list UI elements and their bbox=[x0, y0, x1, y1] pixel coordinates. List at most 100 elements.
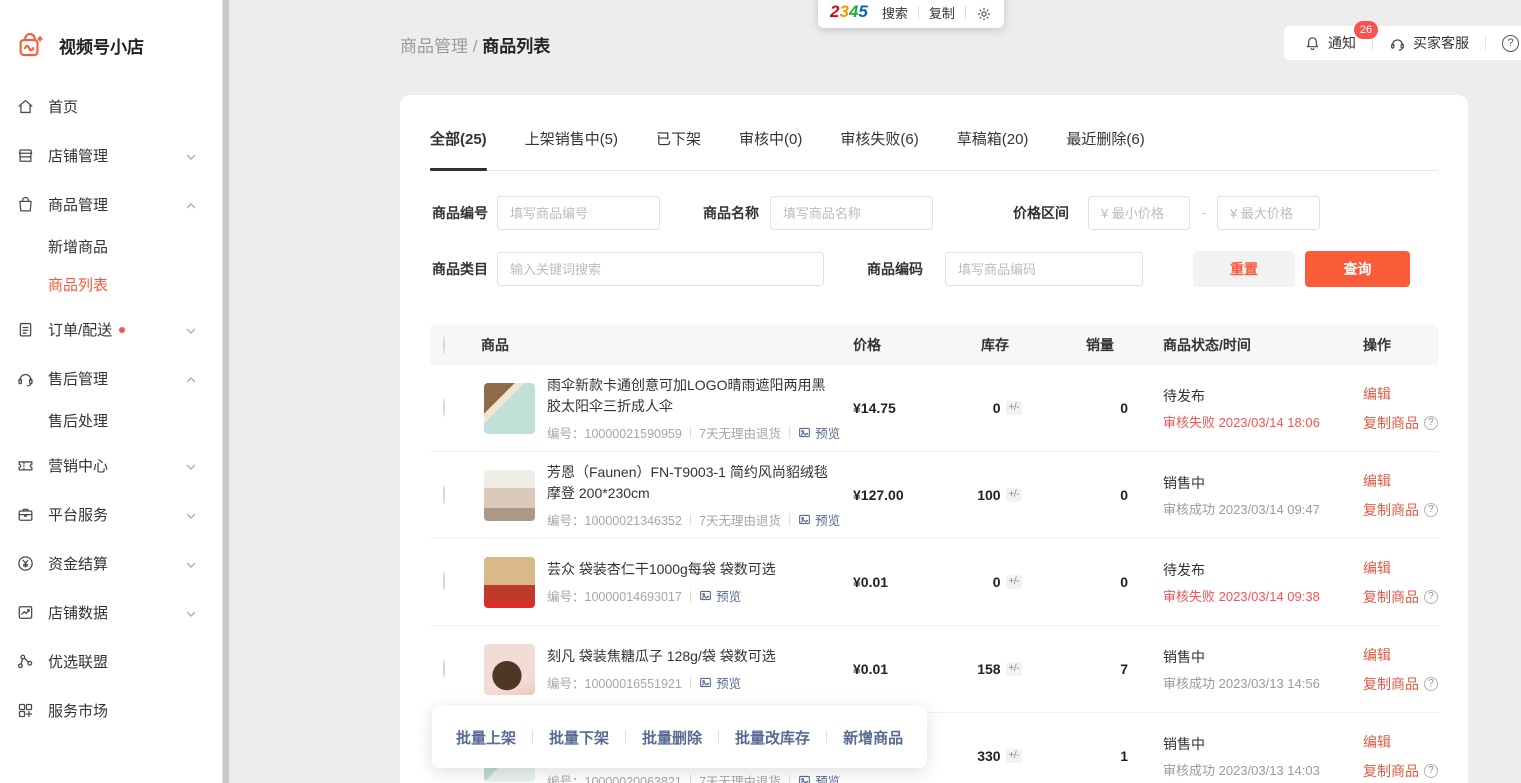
price-min-input[interactable] bbox=[1088, 196, 1190, 230]
edit-link[interactable]: 编辑 bbox=[1363, 558, 1438, 578]
help-question-icon[interactable]: ? bbox=[1424, 764, 1438, 778]
product-sn-input[interactable] bbox=[497, 196, 660, 230]
image-icon bbox=[798, 426, 811, 439]
copy-product-link[interactable]: 复制商品 bbox=[1363, 674, 1419, 694]
copy-product-link[interactable]: 复制商品 bbox=[1363, 587, 1419, 607]
copy-product-link[interactable]: 复制商品 bbox=[1363, 500, 1419, 520]
sidebar-item-9[interactable]: 优选联盟 bbox=[0, 637, 229, 686]
row-checkbox[interactable] bbox=[443, 659, 445, 678]
preview-link[interactable]: 预览 bbox=[798, 510, 840, 529]
chevron-down-icon[interactable] bbox=[185, 150, 197, 162]
status-cell: 销售中 审核成功 2023/03/13 14:56 bbox=[1140, 647, 1340, 692]
batch-action-0[interactable]: 批量上架 bbox=[456, 727, 516, 748]
sidebar-item-1[interactable]: 店铺管理 bbox=[0, 131, 229, 180]
sidebar-item-0[interactable]: 首页 bbox=[0, 82, 229, 131]
sidebar-subitem-2-1[interactable]: 商品列表 bbox=[0, 267, 229, 305]
status-cell: 待发布 审核失败 2023/03/14 09:38 bbox=[1140, 560, 1340, 605]
edit-stock-icon[interactable]: +/- bbox=[1006, 575, 1022, 589]
product-name-input[interactable] bbox=[770, 196, 933, 230]
tab-2[interactable]: 已下架 bbox=[656, 128, 701, 171]
sidebar-item-10[interactable]: 服务市场 bbox=[0, 686, 229, 735]
batch-action-bar: 批量上架 批量下架 批量删除 批量改库存 新增商品 bbox=[432, 706, 927, 768]
edit-stock-icon[interactable]: +/- bbox=[1006, 662, 1022, 676]
sidebar-subitem-4-0[interactable]: 售后处理 bbox=[0, 403, 229, 441]
actions-cell: 编辑 复制商品? bbox=[1340, 558, 1438, 607]
tab-0[interactable]: 全部(25) bbox=[430, 128, 487, 171]
row-checkbox[interactable] bbox=[443, 572, 445, 591]
preview-link[interactable]: 预览 bbox=[699, 673, 741, 692]
shop-bag-logo-icon bbox=[15, 30, 45, 60]
tab-1[interactable]: 上架销售中(5) bbox=[525, 128, 618, 171]
edit-link[interactable]: 编辑 bbox=[1363, 471, 1438, 491]
search-button[interactable]: 查询 bbox=[1305, 251, 1410, 287]
ext-search-button[interactable]: 搜索 bbox=[882, 3, 908, 22]
ext-copy-button[interactable]: 复制 bbox=[929, 3, 955, 22]
sidebar-item-6[interactable]: 平台服务 bbox=[0, 490, 229, 539]
sidebar-item-2[interactable]: 商品管理 bbox=[0, 180, 229, 229]
status-label: 销售中 bbox=[1163, 473, 1340, 493]
gear-icon[interactable] bbox=[976, 6, 992, 22]
reset-button[interactable]: 重置 bbox=[1193, 251, 1295, 287]
chevron-up-icon[interactable] bbox=[185, 373, 197, 385]
help-question-icon[interactable]: ? bbox=[1424, 416, 1438, 430]
batch-action-3[interactable]: 批量改库存 bbox=[735, 727, 810, 748]
sales-cell: 0 bbox=[1060, 574, 1140, 590]
copy-product-link[interactable]: 复制商品 bbox=[1363, 413, 1419, 433]
sidebar-item-5[interactable]: 营销中心 bbox=[0, 441, 229, 490]
help-question-icon[interactable]: ? bbox=[1424, 677, 1438, 691]
buyer-service-button[interactable]: 买家客服 bbox=[1389, 33, 1469, 53]
edit-link[interactable]: 编辑 bbox=[1363, 732, 1438, 752]
product-name: 刻凡 袋装焦糖瓜子 128g/袋 袋数可选 bbox=[547, 646, 835, 667]
batch-action-2[interactable]: 批量删除 bbox=[642, 727, 702, 748]
edit-stock-icon[interactable]: +/- bbox=[1006, 749, 1022, 763]
coupon-icon bbox=[16, 456, 35, 475]
sidebar-item-3[interactable]: 订单/配送 bbox=[0, 305, 229, 354]
product-code-input[interactable] bbox=[945, 252, 1143, 286]
preview-link[interactable]: 预览 bbox=[699, 586, 741, 605]
sidebar-scrollbar[interactable] bbox=[222, 0, 229, 783]
chevron-down-icon[interactable] bbox=[185, 460, 197, 472]
tab-4[interactable]: 审核失败(6) bbox=[840, 128, 918, 171]
help-question-icon[interactable]: ? bbox=[1424, 503, 1438, 517]
sidebar-subitem-2-0[interactable]: 新增商品 bbox=[0, 229, 229, 267]
select-all-checkbox[interactable] bbox=[443, 336, 445, 354]
edit-link[interactable]: 编辑 bbox=[1363, 645, 1438, 665]
table-row: 芳恩（Faunen）FN-T9003-1 简约风尚貂绒毯 摩登 200*230c… bbox=[430, 452, 1438, 539]
help-button[interactable]: ? bbox=[1502, 35, 1519, 52]
col-stock: 库存 bbox=[930, 335, 1060, 355]
col-status: 商品状态/时间 bbox=[1140, 335, 1340, 355]
sidebar-item-8[interactable]: 店铺数据 bbox=[0, 588, 229, 637]
copy-product-link[interactable]: 复制商品 bbox=[1363, 761, 1419, 781]
table-row: 刻凡 袋装焦糖瓜子 128g/袋 袋数可选 编号：10000016551921 … bbox=[430, 626, 1438, 713]
notifications-button[interactable]: 通知 26 bbox=[1304, 33, 1356, 53]
batch-action-1[interactable]: 批量下架 bbox=[549, 727, 609, 748]
help-question-icon[interactable]: ? bbox=[1424, 590, 1438, 604]
tab-3[interactable]: 审核中(0) bbox=[739, 128, 802, 171]
actions-cell: 编辑 复制商品? bbox=[1340, 471, 1438, 520]
breadcrumb-section[interactable]: 商品管理 bbox=[400, 37, 468, 56]
batch-action-4[interactable]: 新增商品 bbox=[843, 727, 903, 748]
category-input[interactable] bbox=[497, 252, 824, 286]
price-max-input[interactable] bbox=[1217, 196, 1320, 230]
chevron-down-icon[interactable] bbox=[185, 558, 197, 570]
edit-stock-icon[interactable]: +/- bbox=[1006, 488, 1022, 502]
chevron-down-icon[interactable] bbox=[185, 509, 197, 521]
sales-cell: 7 bbox=[1060, 661, 1140, 677]
row-checkbox[interactable] bbox=[443, 485, 445, 504]
preview-link[interactable]: 预览 bbox=[798, 423, 840, 442]
chevron-up-icon[interactable] bbox=[185, 199, 197, 211]
preview-link[interactable]: 预览 bbox=[798, 771, 840, 783]
status-time: 审核失败 2023/03/14 09:38 bbox=[1163, 586, 1340, 605]
tab-6[interactable]: 最近删除(6) bbox=[1066, 128, 1144, 171]
edit-link[interactable]: 编辑 bbox=[1363, 384, 1438, 404]
sidebar-item-4[interactable]: 售后管理 bbox=[0, 354, 229, 403]
image-icon bbox=[699, 676, 712, 689]
chevron-down-icon[interactable] bbox=[185, 607, 197, 619]
sidebar-item-7[interactable]: 资金结算 bbox=[0, 539, 229, 588]
share-nodes-icon bbox=[16, 652, 35, 671]
product-name: 芸众 袋装杏仁干1000g每袋 袋数可选 bbox=[547, 559, 835, 580]
tab-5[interactable]: 草稿箱(20) bbox=[957, 128, 1029, 171]
edit-stock-icon[interactable]: +/- bbox=[1006, 401, 1022, 415]
row-checkbox[interactable] bbox=[443, 398, 445, 417]
chevron-down-icon[interactable] bbox=[185, 324, 197, 336]
